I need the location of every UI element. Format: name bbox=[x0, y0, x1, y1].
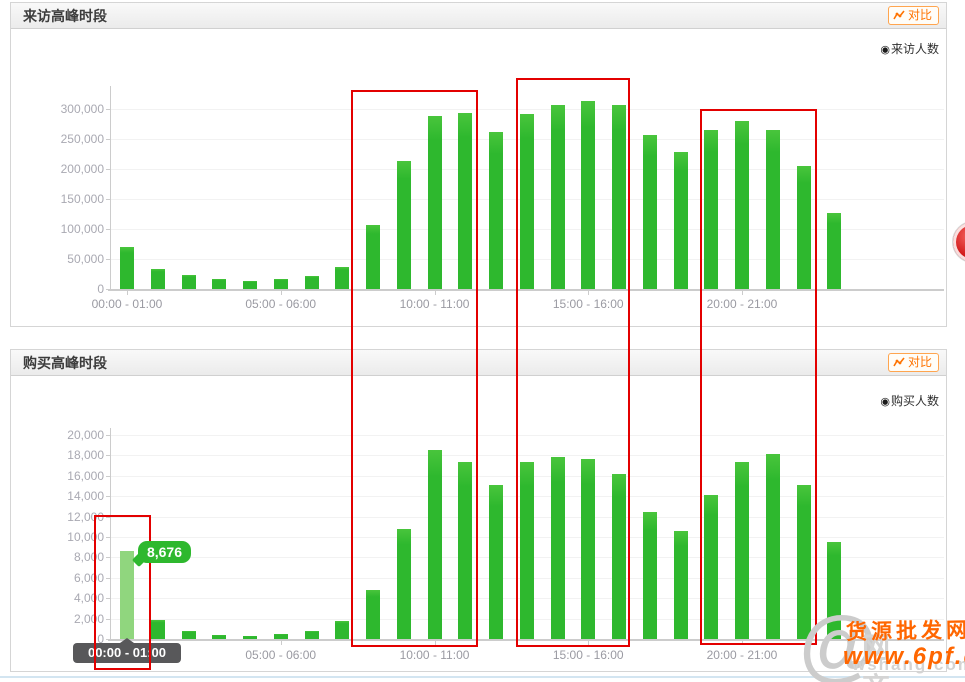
bar[interactable] bbox=[643, 135, 657, 289]
x-axis-tick bbox=[281, 641, 282, 645]
red-highlight-box bbox=[351, 90, 478, 647]
y-axis-label: 20,000 bbox=[26, 428, 104, 442]
y-axis-label: 10,000 bbox=[26, 530, 104, 544]
y-axis-label: 8,000 bbox=[26, 550, 104, 564]
red-highlight-box bbox=[516, 78, 630, 647]
y-axis-line bbox=[110, 86, 111, 289]
bar[interactable] bbox=[151, 620, 165, 639]
red-circle-button[interactable] bbox=[952, 221, 965, 263]
y-axis-label: 250,000 bbox=[26, 132, 104, 146]
y-axis-label: 0 bbox=[26, 282, 104, 296]
purchases-legend: ◉购买人数 bbox=[880, 392, 939, 409]
visits-panel-title: 来访高峰时段 bbox=[11, 8, 107, 24]
red-highlight-box bbox=[700, 109, 817, 645]
bar[interactable] bbox=[182, 631, 196, 639]
bar[interactable] bbox=[305, 276, 319, 289]
x-axis-label: 20:00 - 21:00 bbox=[692, 648, 792, 662]
y-axis-label: 18,000 bbox=[26, 448, 104, 462]
hover-value-tooltip: 8,676 bbox=[138, 541, 191, 563]
y-axis-label: 12,000 bbox=[26, 510, 104, 524]
visits-legend: ◉来访人数 bbox=[880, 40, 939, 57]
bar[interactable] bbox=[674, 531, 688, 639]
y-axis-label: 300,000 bbox=[26, 102, 104, 116]
bar[interactable] bbox=[827, 542, 841, 639]
y-axis-label: 50,000 bbox=[26, 252, 104, 266]
bar[interactable] bbox=[827, 213, 841, 289]
bar[interactable] bbox=[212, 635, 226, 639]
x-axis-label: 05:00 - 06:00 bbox=[231, 297, 331, 311]
x-axis-tick bbox=[281, 291, 282, 295]
bar[interactable] bbox=[274, 634, 288, 639]
bar[interactable] bbox=[674, 152, 688, 289]
legend-dot-icon: ◉ bbox=[880, 44, 890, 56]
y-axis-label: 150,000 bbox=[26, 192, 104, 206]
purchases-panel-title: 购买高峰时段 bbox=[11, 355, 107, 371]
x-axis-tick bbox=[127, 291, 128, 295]
x-axis-label: 10:00 - 11:00 bbox=[385, 648, 485, 662]
x-axis-label: 05:00 - 06:00 bbox=[231, 648, 331, 662]
legend-dot-icon: ◉ bbox=[880, 396, 890, 408]
bar[interactable] bbox=[212, 279, 226, 289]
compare-chart-icon bbox=[893, 10, 906, 21]
bottom-divider bbox=[0, 676, 965, 678]
bar[interactable] bbox=[335, 267, 349, 289]
y-axis-label: 100,000 bbox=[26, 222, 104, 236]
bar[interactable] bbox=[182, 275, 196, 289]
y-axis-label: 14,000 bbox=[26, 489, 104, 503]
visits-legend-label: 来访人数 bbox=[891, 42, 939, 56]
y-axis-label: 16,000 bbox=[26, 469, 104, 483]
bar[interactable] bbox=[335, 621, 349, 639]
bar[interactable] bbox=[489, 132, 503, 289]
dashboard: 来访高峰时段 对比 ◉来访人数 购买高峰时段 对比 bbox=[0, 0, 965, 682]
x-axis-label: 00:00 - 01:00 bbox=[77, 297, 177, 311]
compare-chart-icon bbox=[893, 357, 906, 368]
bar[interactable] bbox=[243, 281, 257, 289]
y-axis-label: 200,000 bbox=[26, 162, 104, 176]
purchases-compare-button[interactable]: 对比 bbox=[888, 353, 939, 372]
bar[interactable] bbox=[151, 269, 165, 289]
red-highlight-box bbox=[94, 515, 151, 670]
y-axis-label: 4,000 bbox=[26, 591, 104, 605]
bar[interactable] bbox=[274, 279, 288, 289]
y-axis-label: 2,000 bbox=[26, 612, 104, 626]
bar[interactable] bbox=[489, 485, 503, 639]
y-axis-label: 6,000 bbox=[26, 571, 104, 585]
x-axis-label: 15:00 - 16:00 bbox=[538, 648, 638, 662]
bar[interactable] bbox=[243, 636, 257, 639]
bar[interactable] bbox=[120, 247, 134, 289]
bar[interactable] bbox=[643, 512, 657, 639]
bar[interactable] bbox=[305, 631, 319, 639]
visits-panel-header: 来访高峰时段 对比 bbox=[11, 3, 946, 29]
purchases-legend-label: 购买人数 bbox=[891, 394, 939, 408]
visits-compare-button[interactable]: 对比 bbox=[888, 6, 939, 25]
